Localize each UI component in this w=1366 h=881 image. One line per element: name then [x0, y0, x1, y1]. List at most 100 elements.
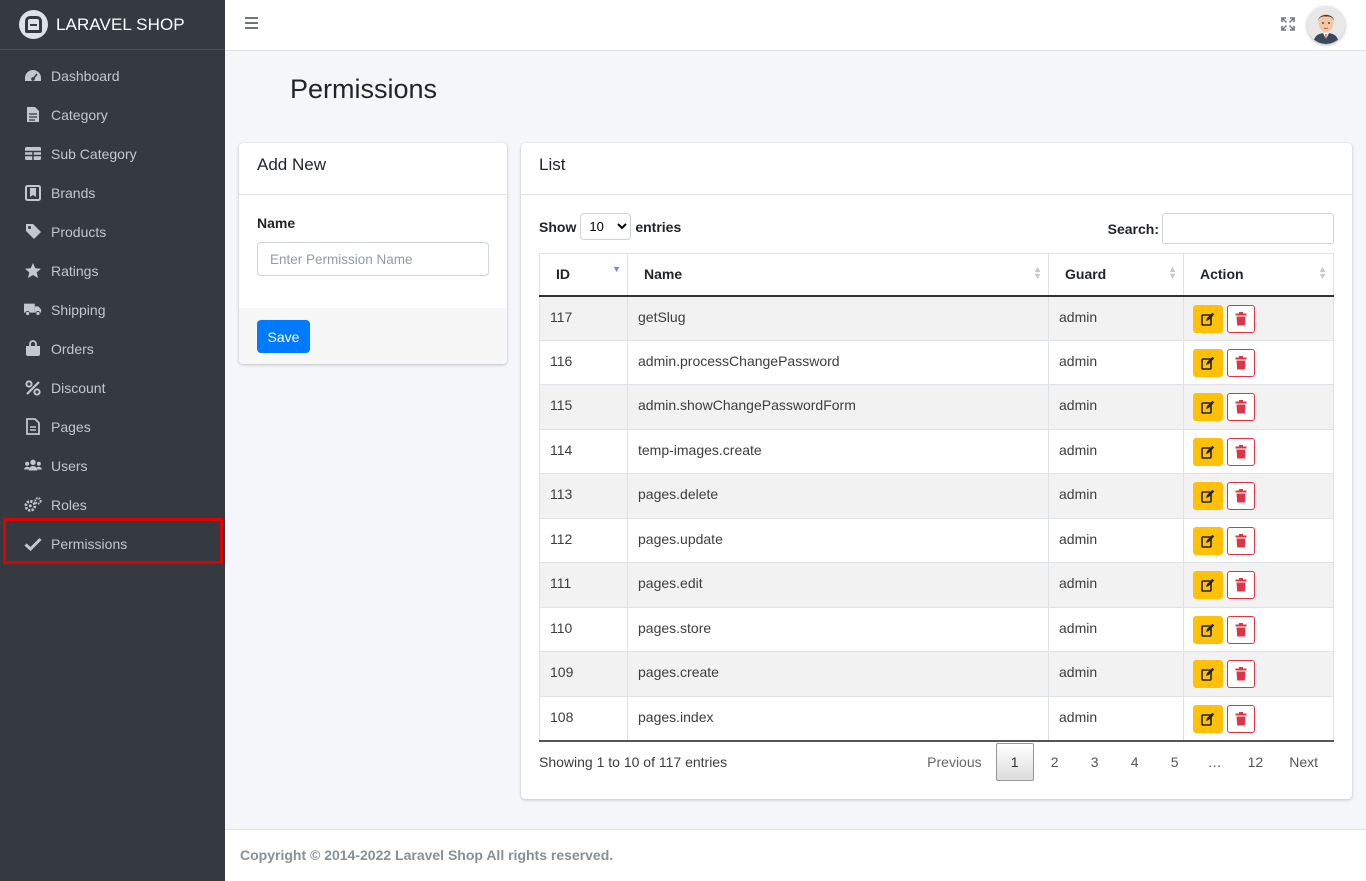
cell-action: [1183, 384, 1334, 430]
page-button-1[interactable]: 1: [995, 743, 1034, 781]
cell-name: admin.processChangePassword: [627, 339, 1049, 385]
sidebar-item-brands[interactable]: Brands: [8, 173, 217, 212]
sidebar-nav: Dashboard Category Sub Category Brands P…: [0, 50, 225, 563]
edit-button[interactable]: [1193, 304, 1223, 333]
edit-button[interactable]: [1193, 526, 1223, 555]
sidebar-item-ratings[interactable]: Ratings: [8, 251, 217, 290]
search-label: Search:: [1107, 220, 1159, 237]
card-title: List: [521, 143, 1352, 195]
edit-icon: [1201, 312, 1215, 326]
page-button-2[interactable]: 2: [1036, 743, 1074, 781]
edit-icon: [1201, 489, 1215, 503]
page-button-3[interactable]: 3: [1076, 743, 1114, 781]
save-button[interactable]: Save: [257, 320, 310, 353]
delete-button[interactable]: [1227, 660, 1255, 688]
delete-button[interactable]: [1227, 482, 1255, 510]
edit-button[interactable]: [1193, 571, 1223, 599]
card-footer: Save: [239, 308, 507, 364]
delete-button[interactable]: [1227, 526, 1255, 555]
permissions-table: ID ▼ Name ▲ ▼ Guard ▲ ▼ Action ▲ ▼ 117 getSl…: [539, 253, 1334, 742]
column-label: Action: [1200, 266, 1244, 283]
cell-name: pages.index: [627, 695, 1049, 742]
edit-button[interactable]: [1193, 348, 1223, 377]
delete-button[interactable]: [1227, 348, 1255, 377]
delete-button[interactable]: [1227, 393, 1255, 421]
edit-icon: [1201, 534, 1215, 548]
sidebar-item-label: Dashboard: [51, 67, 120, 84]
users-icon: [24, 457, 42, 475]
page-button-4[interactable]: 4: [1116, 743, 1154, 781]
sidebar-item-permissions[interactable]: Permissions: [8, 524, 217, 563]
sidebar-item-dashboard[interactable]: Dashboard: [8, 56, 217, 95]
cell-name: temp-images.create: [627, 428, 1049, 474]
trash-icon: [1235, 533, 1247, 547]
column-header-guard[interactable]: Guard ▲ ▼: [1048, 253, 1184, 297]
edit-button[interactable]: [1193, 704, 1223, 733]
sidebar-item-products[interactable]: Products: [8, 212, 217, 251]
cell-name: pages.create: [627, 651, 1049, 697]
user-avatar[interactable]: [1307, 6, 1345, 44]
table-row: 113 pages.delete admin: [539, 473, 1334, 519]
pagination: Previous 1 2 3 4 5 … 12 Next: [913, 743, 1330, 781]
fullscreen-icon[interactable]: [1281, 17, 1295, 31]
table-row: 112 pages.update admin: [539, 517, 1334, 563]
edit-icon: [1201, 623, 1215, 637]
table-row: 108 pages.index admin: [539, 695, 1334, 742]
footer: Copyright © 2014-2022 Laravel Shop All r…: [225, 829, 1366, 881]
pagination-ellipsis: …: [1207, 754, 1222, 770]
page-button-12[interactable]: 12: [1236, 743, 1276, 781]
column-header-id[interactable]: ID ▼: [539, 253, 628, 297]
cell-guard: admin: [1048, 428, 1184, 474]
cell-action: [1183, 562, 1334, 608]
page-button-5[interactable]: 5: [1156, 743, 1194, 781]
sidebar-item-discount[interactable]: Discount: [8, 368, 217, 407]
edit-button[interactable]: [1193, 660, 1223, 688]
sidebar-item-users[interactable]: Users: [8, 446, 217, 485]
table-row: 115 admin.showChangePasswordForm admin: [539, 384, 1334, 430]
delete-button[interactable]: [1227, 571, 1255, 599]
menu-toggle-icon[interactable]: [245, 16, 258, 30]
cell-guard: admin: [1048, 384, 1184, 430]
sidebar-item-sub-category[interactable]: Sub Category: [8, 134, 217, 173]
trash-icon: [1235, 578, 1247, 592]
edit-icon: [1201, 667, 1215, 681]
sidebar-item-roles[interactable]: Roles: [8, 485, 217, 524]
star-icon: [24, 262, 42, 280]
cell-guard: admin: [1048, 295, 1184, 341]
previous-page-button[interactable]: Previous: [915, 743, 993, 781]
sort-icon: ▲ ▼: [1033, 264, 1042, 281]
sidebar-item-label: Products: [51, 223, 107, 240]
page-length-select[interactable]: 10 25 50 100: [580, 213, 632, 240]
cell-guard: admin: [1048, 473, 1184, 519]
cell-id: 117: [539, 295, 628, 341]
delete-button[interactable]: [1227, 704, 1255, 733]
file-text-icon: [24, 418, 42, 436]
edit-button[interactable]: [1193, 615, 1223, 644]
column-header-name[interactable]: Name ▲ ▼: [627, 253, 1049, 297]
trash-icon: [1235, 444, 1247, 458]
card-title: Add New: [239, 143, 507, 195]
cell-id: 114: [539, 428, 628, 474]
sidebar-item-pages[interactable]: Pages: [8, 407, 217, 446]
edit-button[interactable]: [1193, 393, 1223, 421]
search-input[interactable]: [1162, 213, 1334, 244]
permission-name-input[interactable]: [257, 242, 489, 276]
sidebar-item-shipping[interactable]: Shipping: [8, 290, 217, 329]
column-header-action[interactable]: Action ▲ ▼: [1183, 253, 1334, 297]
cell-action: [1183, 428, 1334, 474]
edit-button[interactable]: [1193, 482, 1223, 510]
delete-button[interactable]: [1227, 304, 1255, 333]
delete-button[interactable]: [1227, 437, 1255, 466]
sidebar-item-orders[interactable]: Orders: [8, 329, 217, 368]
next-page-button[interactable]: Next: [1277, 743, 1330, 781]
edit-button[interactable]: [1193, 437, 1223, 466]
table-row: 116 admin.processChangePassword admin: [539, 339, 1334, 385]
table-row: 114 temp-images.create admin: [539, 428, 1334, 474]
table-row: 111 pages.edit admin: [539, 562, 1334, 608]
sidebar-item-category[interactable]: Category: [8, 95, 217, 134]
trash-icon: [1235, 489, 1247, 503]
brand-link[interactable]: LARAVEL SHOP: [0, 0, 225, 50]
sidebar-item-label: Discount: [51, 379, 106, 396]
top-navbar: [225, 0, 1366, 51]
delete-button[interactable]: [1227, 615, 1255, 644]
